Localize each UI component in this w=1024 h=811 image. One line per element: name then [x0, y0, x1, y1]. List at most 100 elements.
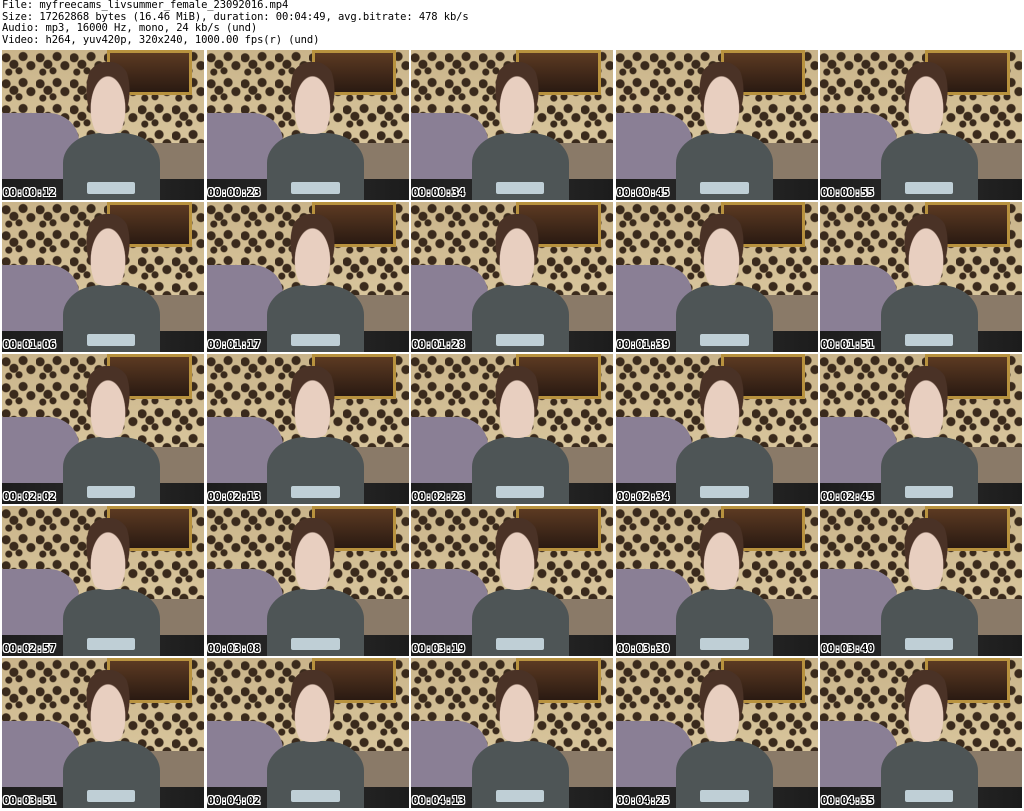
scene-desk-shape — [904, 486, 954, 498]
thumbnail-timestamp: 00:03:51 — [3, 794, 56, 807]
scene-head-shape — [491, 670, 543, 742]
thumbnail-timestamp: 00:01:17 — [207, 338, 261, 351]
thumbnail-timestamp: 00:02:13 — [207, 490, 261, 503]
scene-desk-shape — [291, 790, 340, 802]
thumbnail-timestamp: 00:02:23 — [412, 490, 465, 503]
video-thumbnail: 00:02:13 — [206, 354, 409, 504]
video-thumbnail: 00:03:40 — [820, 506, 1022, 656]
video-thumbnail: 00:02:45 — [820, 354, 1022, 504]
thumbnail-timestamp: 00:02:02 — [3, 490, 56, 503]
audio-info-line: Audio: mp3, 16000 Hz, mono, 24 kb/s (und… — [2, 22, 258, 34]
scene-head-shape — [696, 670, 747, 742]
scene-desk-shape — [291, 638, 340, 650]
thumbnail-timestamp: 00:03:08 — [207, 642, 261, 655]
thumbnail-timestamp: 00:02:34 — [616, 490, 670, 503]
thumbnail-timestamp: 00:02:57 — [3, 642, 56, 655]
scene-head-shape — [491, 214, 543, 286]
scene-desk-shape — [904, 334, 954, 346]
video-thumbnail: 00:03:08 — [206, 506, 409, 656]
scene-head-shape — [287, 518, 338, 590]
video-thumbnail: 00:03:30 — [615, 506, 818, 656]
video-thumbnail: 00:02:57 — [2, 506, 204, 656]
thumbnail-grid: 00:00:12 00:00:23 00:00:34 00:00:45 00:00:55… — [0, 50, 1024, 811]
video-thumbnail: 00:00:12 — [2, 50, 204, 200]
scene-desk-shape — [495, 486, 545, 498]
file-info-header: File: myfreecams_livsummer_female_230920… — [2, 0, 1022, 48]
scene-desk-shape — [495, 182, 545, 194]
scene-head-shape — [287, 366, 338, 438]
scene-head-shape — [696, 366, 747, 438]
video-thumbnail: 00:01:51 — [820, 202, 1022, 352]
video-thumbnail: 00:01:39 — [615, 202, 818, 352]
video-thumbnail: 00:02:02 — [2, 354, 204, 504]
scene-desk-shape — [700, 334, 749, 346]
scene-desk-shape — [904, 182, 954, 194]
video-thumbnail: 00:04:13 — [411, 658, 613, 808]
video-thumbnail: 00:00:34 — [411, 50, 613, 200]
thumbnail-timestamp: 00:00:34 — [412, 186, 465, 199]
scene-head-shape — [696, 214, 747, 286]
thumbnail-timestamp: 00:00:23 — [207, 186, 261, 199]
thumbnail-timestamp: 00:01:06 — [3, 338, 56, 351]
scene-desk-shape — [291, 182, 340, 194]
scene-desk-shape — [700, 790, 749, 802]
video-thumbnail: 00:01:06 — [2, 202, 204, 352]
scene-head-shape — [491, 62, 543, 134]
thumbnail-timestamp: 00:00:45 — [616, 186, 670, 199]
scene-head-shape — [696, 62, 747, 134]
scene-desk-shape — [495, 790, 545, 802]
video-thumbnail: 00:02:23 — [411, 354, 613, 504]
thumbnail-timestamp: 00:04:02 — [207, 794, 261, 807]
thumbnail-timestamp: 00:01:39 — [616, 338, 670, 351]
scene-head-shape — [900, 214, 952, 286]
scene-head-shape — [287, 214, 338, 286]
scene-desk-shape — [291, 334, 340, 346]
scene-head-shape — [491, 518, 543, 590]
thumbnail-timestamp: 00:01:51 — [821, 338, 874, 351]
scene-desk-shape — [904, 638, 954, 650]
video-thumbnail: 00:03:19 — [411, 506, 613, 656]
scene-head-shape — [82, 518, 134, 590]
scene-desk-shape — [86, 790, 136, 802]
scene-head-shape — [287, 670, 338, 742]
thumbnail-timestamp: 00:03:40 — [821, 642, 874, 655]
scene-desk-shape — [700, 638, 749, 650]
video-thumbnail: 00:03:51 — [2, 658, 204, 808]
scene-head-shape — [82, 366, 134, 438]
video-thumbnail: 00:00:23 — [206, 50, 409, 200]
thumbnail-timestamp: 00:04:25 — [616, 794, 670, 807]
video-thumbnail: 00:00:55 — [820, 50, 1022, 200]
scene-head-shape — [82, 214, 134, 286]
scene-head-shape — [900, 62, 952, 134]
scene-head-shape — [900, 366, 952, 438]
video-thumbnail: 00:02:34 — [615, 354, 818, 504]
scene-desk-shape — [291, 486, 340, 498]
thumbnail-timestamp: 00:00:12 — [3, 186, 56, 199]
video-thumbnail: 00:01:28 — [411, 202, 613, 352]
scene-desk-shape — [700, 486, 749, 498]
file-name-line: File: myfreecams_livsummer_female_230920… — [2, 0, 289, 11]
scene-desk-shape — [904, 790, 954, 802]
scene-head-shape — [287, 62, 338, 134]
scene-desk-shape — [86, 486, 136, 498]
video-thumbnail: 00:01:17 — [206, 202, 409, 352]
video-thumbnail: 00:04:02 — [206, 658, 409, 808]
scene-desk-shape — [86, 638, 136, 650]
scene-head-shape — [491, 366, 543, 438]
scene-desk-shape — [700, 182, 749, 194]
thumbnail-timestamp: 00:01:28 — [412, 338, 465, 351]
scene-head-shape — [900, 670, 952, 742]
video-info-line: Video: h264, yuv420p, 320x240, 1000.00 f… — [2, 33, 320, 46]
scene-head-shape — [82, 670, 134, 742]
video-thumbnail: 00:04:25 — [615, 658, 818, 808]
thumbnail-timestamp: 00:00:55 — [821, 186, 874, 199]
scene-desk-shape — [86, 182, 136, 194]
thumbnail-timestamp: 00:02:45 — [821, 490, 874, 503]
scene-head-shape — [900, 518, 952, 590]
video-thumbnail: 00:00:45 — [615, 50, 818, 200]
scene-desk-shape — [495, 334, 545, 346]
scene-desk-shape — [86, 334, 136, 346]
thumbnail-timestamp: 00:03:30 — [616, 642, 670, 655]
thumbnail-timestamp: 00:03:19 — [412, 642, 465, 655]
thumbnail-timestamp: 00:04:13 — [412, 794, 465, 807]
